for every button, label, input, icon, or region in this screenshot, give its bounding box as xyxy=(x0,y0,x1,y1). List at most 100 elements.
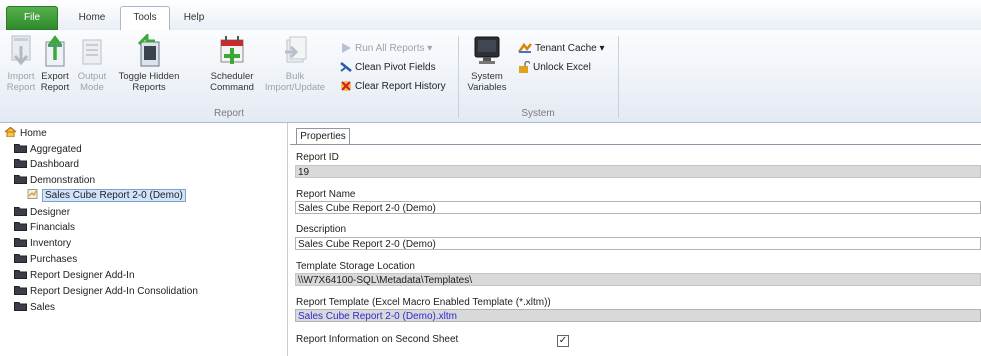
report-template-link[interactable]: Sales Cube Report 2-0 (Demo).xltm xyxy=(295,309,981,322)
folder-icon xyxy=(14,238,27,248)
tenant-cache-button[interactable]: Tenant Cache ▾ xyxy=(518,41,605,57)
tenant-cache-label: Tenant Cache xyxy=(535,43,597,54)
import-report-line2: Report xyxy=(6,82,36,93)
tab-tools[interactable]: Tools xyxy=(120,6,170,31)
output-mode-line1: Output xyxy=(77,71,107,82)
clean-pivot-fields-label: Clean Pivot Fields xyxy=(355,62,436,73)
import-report-icon xyxy=(11,35,31,66)
description-input[interactable]: Sales Cube Report 2-0 (Demo) xyxy=(295,237,981,250)
folder-icon xyxy=(14,270,27,280)
group-separator xyxy=(458,36,459,118)
folder-icon xyxy=(14,222,27,232)
folder-icon xyxy=(14,144,27,154)
folder-icon xyxy=(14,159,27,169)
bulk-line1: Bulk xyxy=(285,71,305,82)
tree-root-label: Home xyxy=(20,128,47,139)
system-group-label: System xyxy=(521,108,555,119)
tree-item-designer[interactable]: Designer xyxy=(14,206,70,219)
clean-icon xyxy=(340,62,352,73)
clear-report-history-button[interactable]: Clear Report History xyxy=(340,79,446,95)
scheduler-command-button[interactable]: Scheduler Command xyxy=(204,34,260,93)
import-report-line1: Import xyxy=(7,71,35,82)
tree-item-label: Demonstration xyxy=(30,175,96,186)
bulk-line2: Import/Update xyxy=(264,82,326,93)
tree-item-dashboard[interactable]: Dashboard xyxy=(14,158,79,171)
bulk-import-update-button[interactable]: Bulk Import/Update xyxy=(260,34,330,93)
scheduler-command-line2: Command xyxy=(210,82,254,93)
import-report-button[interactable]: Import Report xyxy=(4,34,38,93)
tree-item-label: Purchases xyxy=(30,254,78,265)
output-mode-line2: Mode xyxy=(80,82,104,93)
system-variables-line2: Variables xyxy=(467,82,507,93)
tree-item-inventory[interactable]: Inventory xyxy=(14,237,71,250)
tab-divider xyxy=(290,144,981,145)
tree-item-label: Sales Cube Report 2-0 (Demo) xyxy=(42,189,186,202)
report-id-label: Report ID xyxy=(296,152,339,163)
folder-icon xyxy=(14,207,27,217)
tree-item-demonstration[interactable]: Demonstration xyxy=(14,174,95,187)
export-report-line2: Report xyxy=(40,82,70,93)
folder-open-icon xyxy=(14,175,27,185)
toggle-hidden-reports-button[interactable]: Toggle Hidden Reports xyxy=(112,34,186,93)
clean-pivot-fields-button[interactable]: Clean Pivot Fields xyxy=(340,60,436,76)
system-variables-icon xyxy=(474,36,500,64)
group-separator xyxy=(618,36,619,118)
report-file-icon xyxy=(27,189,38,200)
run-all-reports-label: Run All Reports xyxy=(355,43,425,54)
export-report-line1: Export xyxy=(41,71,69,82)
output-mode-button[interactable]: Output Mode xyxy=(74,34,110,93)
output-mode-icon xyxy=(82,39,102,65)
tree-item-label: Report Designer Add-In Consolidation xyxy=(30,286,198,297)
report-tree: Home Aggregated Dashboard Demonstration … xyxy=(0,123,288,356)
folder-icon xyxy=(14,302,27,312)
tree-item-purchases[interactable]: Purchases xyxy=(14,253,77,266)
tree-item-label: Aggregated xyxy=(30,144,82,155)
tree-item-sales[interactable]: Sales xyxy=(14,301,55,314)
tree-item-sales-cube-report[interactable]: Sales Cube Report 2-0 (Demo) xyxy=(26,189,186,202)
tree-item-label: Dashboard xyxy=(30,159,79,170)
report-name-input[interactable]: Sales Cube Report 2-0 (Demo) xyxy=(295,201,981,214)
bulk-import-icon xyxy=(285,36,307,63)
tree-item-label: Designer xyxy=(30,207,71,218)
report-name-label: Report Name xyxy=(296,189,356,200)
export-report-icon xyxy=(45,35,65,67)
ribbon: Import Report Export Report Output Mode … xyxy=(0,30,981,123)
second-sheet-checkbox[interactable]: ✓ xyxy=(557,335,569,347)
unlock-excel-button[interactable]: Unlock Excel xyxy=(518,60,591,76)
run-all-reports-button[interactable]: Run All Reports ▾ xyxy=(340,41,432,57)
template-location-label: Template Storage Location xyxy=(296,261,415,272)
clear-report-history-label: Clear Report History xyxy=(355,81,446,92)
tree-item-label: Inventory xyxy=(30,238,72,249)
tenant-cache-icon xyxy=(518,43,532,54)
chevron-down-icon: ▾ xyxy=(427,43,433,54)
tree-item-financials[interactable]: Financials xyxy=(14,221,75,234)
report-group-label: Report xyxy=(213,108,244,119)
toggle-hidden-line1: Toggle Hidden xyxy=(118,71,180,82)
tree-item-report-designer-add-in-consolidation[interactable]: Report Designer Add-In Consolidation xyxy=(14,285,198,298)
tree-item-aggregated[interactable]: Aggregated xyxy=(14,143,82,156)
folder-icon xyxy=(14,254,27,264)
toggle-hidden-icon xyxy=(137,34,160,67)
tab-file[interactable]: File xyxy=(6,6,58,30)
system-variables-button[interactable]: System Variables xyxy=(464,34,510,93)
system-variables-line1: System xyxy=(471,71,503,82)
tree-item-label: Financials xyxy=(30,222,76,233)
unlock-icon xyxy=(519,61,530,74)
tab-properties[interactable]: Properties xyxy=(296,128,350,145)
report-template-label: Report Template (Excel Macro Enabled Tem… xyxy=(296,297,551,308)
tab-home[interactable]: Home xyxy=(70,8,114,28)
description-label: Description xyxy=(296,224,347,235)
tree-item-report-designer-add-in[interactable]: Report Designer Add-In xyxy=(14,269,135,282)
unlock-excel-label: Unlock Excel xyxy=(533,62,591,73)
tab-help[interactable]: Help xyxy=(174,8,214,28)
home-icon xyxy=(4,127,17,138)
scheduler-command-line1: Scheduler xyxy=(210,71,254,82)
clear-history-icon xyxy=(341,81,351,92)
report-id-field: 19 xyxy=(295,165,981,178)
chevron-down-icon: ▾ xyxy=(599,43,605,54)
export-report-button[interactable]: Export Report xyxy=(38,34,72,93)
folder-icon xyxy=(14,286,27,296)
second-sheet-label: Report Information on Second Sheet xyxy=(296,334,459,345)
tree-root-home[interactable]: Home xyxy=(4,127,47,140)
template-location-field: \\W7X64100-SQL\Metadata\Templates\ xyxy=(295,273,981,286)
